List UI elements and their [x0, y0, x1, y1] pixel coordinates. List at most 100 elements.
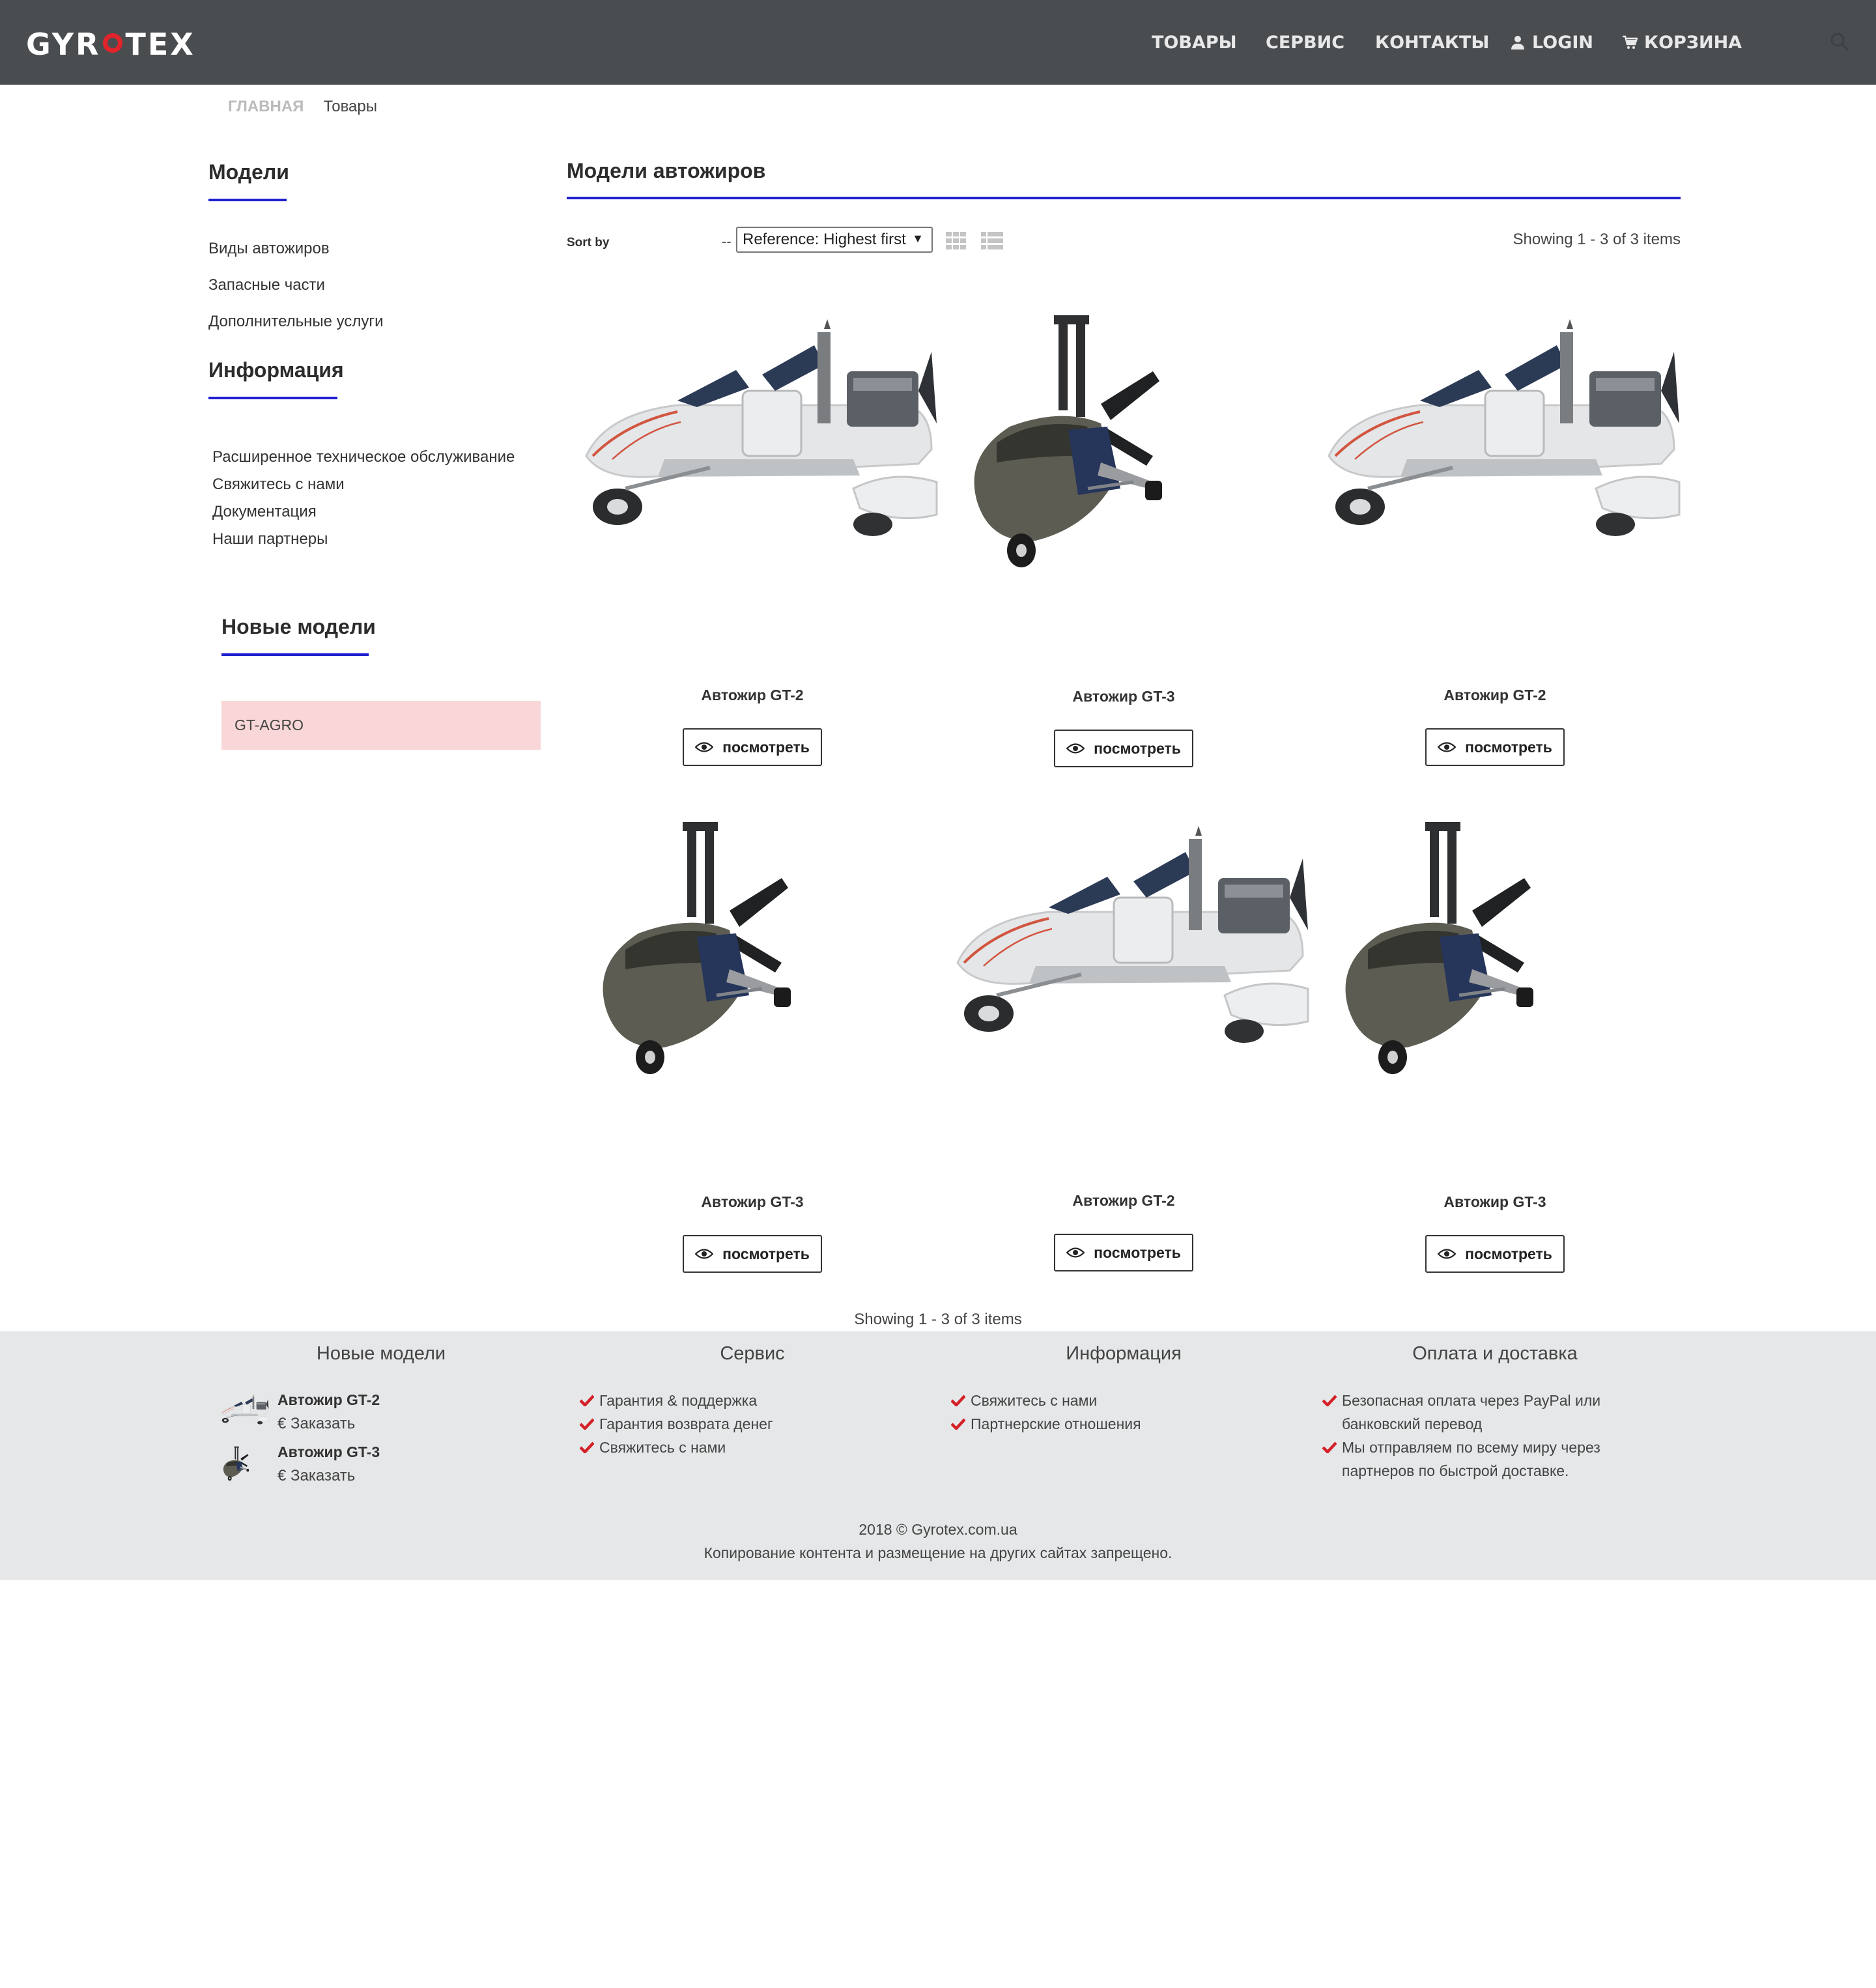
product-image[interactable]	[1309, 800, 1681, 1165]
view-button-label: посмотреть	[722, 1245, 810, 1262]
product-name[interactable]: Автожир GT-2	[1309, 687, 1681, 704]
title-underline	[221, 653, 369, 656]
view-button[interactable]: посмотреть	[1054, 730, 1193, 767]
footer-product[interactable]: Автожир GT-2 € Заказать	[210, 1391, 575, 1441]
footer-new-title: Новые модели	[316, 1343, 446, 1364]
nav-item-service[interactable]: СЕРВИС	[1266, 26, 1344, 59]
footer-service-title: Сервис	[720, 1343, 785, 1364]
gyroplane-gt3	[974, 315, 1162, 567]
footer-pay-title: Оплата и доставка	[1412, 1343, 1578, 1364]
nav-item-login[interactable]: LOGIN	[1510, 26, 1593, 59]
check-icon	[580, 1395, 594, 1406]
showing-count-bottom: Showing 1 - 3 of 3 items	[854, 1311, 1022, 1328]
view-button[interactable]: посмотреть	[683, 1235, 822, 1273]
eye-icon	[1438, 742, 1457, 752]
sidebar-link-maintenance[interactable]: Расширенное техническое обслуживание	[212, 448, 515, 466]
nav-label: ТОВАРЫ	[1152, 32, 1237, 53]
footer-info-title: Информация	[1066, 1343, 1182, 1364]
view-button-label: посмотреть	[1465, 1245, 1552, 1262]
title-underline	[208, 199, 287, 201]
check-icon	[1322, 1441, 1337, 1453]
sidebar-link-extra-services[interactable]: Дополнительные услуги	[208, 313, 384, 331]
copyright: 2018 © Gyrotex.com.ua Копирование контен…	[0, 1518, 1876, 1565]
breadcrumb: ГЛАВНАЯ Товары	[228, 98, 377, 116]
gyroplane-gt2	[1328, 319, 1681, 536]
check-icon	[951, 1418, 965, 1430]
breadcrumb-home[interactable]: ГЛАВНАЯ	[228, 98, 304, 116]
chevron-down-icon: ▼	[912, 232, 924, 245]
search-icon[interactable]	[1829, 31, 1850, 52]
sidebar-link-partners[interactable]: Наши партнеры	[212, 530, 328, 548]
product-image[interactable]	[567, 800, 938, 1165]
product-image[interactable]	[1309, 293, 1681, 658]
eye-icon	[1438, 1249, 1457, 1259]
product-name[interactable]: Автожир GT-3	[938, 688, 1309, 705]
list-view-icon[interactable]	[981, 232, 1003, 250]
view-button-label: посмотреть	[1094, 739, 1181, 757]
gyroplane-gt3	[1345, 822, 1533, 1074]
gyroplane-gt2	[956, 826, 1309, 1043]
nav-label: LOGIN	[1532, 32, 1593, 53]
eye-icon	[695, 1249, 714, 1259]
view-button[interactable]: посмотреть	[1054, 1234, 1193, 1271]
sidebar-new-title: Новые модели	[221, 615, 376, 656]
sort-label: Sort by	[567, 236, 610, 249]
product-name[interactable]: Автожир GT-3	[1309, 1193, 1681, 1211]
site-header: GYR TEX ТОВАРЫ СЕРВИС КОНТАКТЫ LOGIN КОРЗ…	[0, 0, 1876, 85]
gyroplane-gt3	[603, 822, 791, 1074]
footer-list-item[interactable]: Гарантия & поддержка	[580, 1389, 892, 1412]
footer-product-thumb[interactable]	[210, 1443, 277, 1493]
view-button[interactable]: посмотреть	[683, 728, 822, 766]
nav-item-products[interactable]: ТОВАРЫ	[1152, 26, 1237, 59]
gyroplane-gt2	[585, 319, 938, 536]
footer-list-item: Мы отправляем по всему миру через партне…	[1322, 1436, 1642, 1483]
footer-list-item[interactable]: Партнерские отношения	[951, 1412, 1264, 1436]
sidebar-models-title: Модели	[208, 160, 289, 201]
footer-product-thumb[interactable]	[210, 1391, 277, 1441]
sort-select[interactable]: Reference: Highest first ▼	[736, 227, 933, 253]
sidebar-link-contact[interactable]: Свяжитесь с нами	[212, 476, 345, 494]
footer-product-name[interactable]: Автожир GT-3	[277, 1443, 380, 1461]
title-underline	[208, 397, 337, 399]
site-logo[interactable]: GYR TEX	[26, 26, 195, 63]
grid-view-icon[interactable]	[946, 232, 967, 250]
view-button-label: посмотреть	[1094, 1243, 1181, 1261]
footer-list-item[interactable]: Свяжитесь с нами	[580, 1436, 892, 1459]
eye-icon	[695, 742, 714, 752]
cart-icon	[1623, 35, 1638, 49]
footer-product[interactable]: Автожир GT-3 € Заказать	[210, 1443, 575, 1493]
sidebar-link-docs[interactable]: Документация	[212, 503, 317, 521]
footer-list-item[interactable]: Гарантия возврата денег	[580, 1412, 892, 1436]
footer-product-name[interactable]: Автожир GT-2	[277, 1391, 380, 1409]
sidebar-link-spare-parts[interactable]: Запасные части	[208, 276, 325, 294]
page-title: Модели автожиров	[567, 159, 766, 182]
nav-item-contacts[interactable]: КОНТАКТЫ	[1375, 26, 1489, 59]
nav-label: КОНТАКТЫ	[1375, 32, 1490, 53]
product-name[interactable]: Автожир GT-2	[567, 687, 938, 704]
eye-icon	[1066, 1247, 1085, 1258]
view-button[interactable]: посмотреть	[1425, 1235, 1565, 1273]
view-button-label: посмотреть	[1465, 738, 1552, 756]
view-button-label: посмотреть	[722, 738, 810, 756]
footer-pay-list: Безопасная оплата через PayPal или банко…	[1322, 1389, 1642, 1483]
footer-product-order[interactable]: € Заказать	[277, 1415, 355, 1433]
copyright-notice: Копирование контента и размещение на дру…	[704, 1544, 1172, 1561]
view-button[interactable]: посмотреть	[1425, 728, 1565, 766]
user-icon	[1511, 36, 1524, 50]
product-image[interactable]	[938, 800, 1309, 1165]
footer-product-order[interactable]: € Заказать	[277, 1467, 355, 1485]
footer-info-list: Свяжитесь с нами Партнерские отношения	[951, 1389, 1264, 1436]
footer-service-list: Гарантия & поддержка Гарантия возврата д…	[580, 1389, 892, 1459]
check-icon	[580, 1441, 594, 1453]
new-model-item[interactable]: GT-AGRO	[221, 701, 541, 750]
footer-list-item[interactable]: Свяжитесь с нами	[951, 1389, 1264, 1412]
sidebar-link-gyro-types[interactable]: Виды автожиров	[208, 240, 330, 258]
product-name[interactable]: Автожир GT-3	[567, 1193, 938, 1211]
product-image[interactable]	[567, 293, 938, 658]
nav-item-cart[interactable]: КОРЗИНА	[1622, 26, 1742, 59]
breadcrumb-current: Товары	[323, 98, 377, 115]
product-image[interactable]	[938, 293, 1309, 658]
product-name[interactable]: Автожир GT-2	[938, 1192, 1309, 1210]
check-icon	[1322, 1395, 1337, 1406]
check-icon	[951, 1395, 965, 1406]
